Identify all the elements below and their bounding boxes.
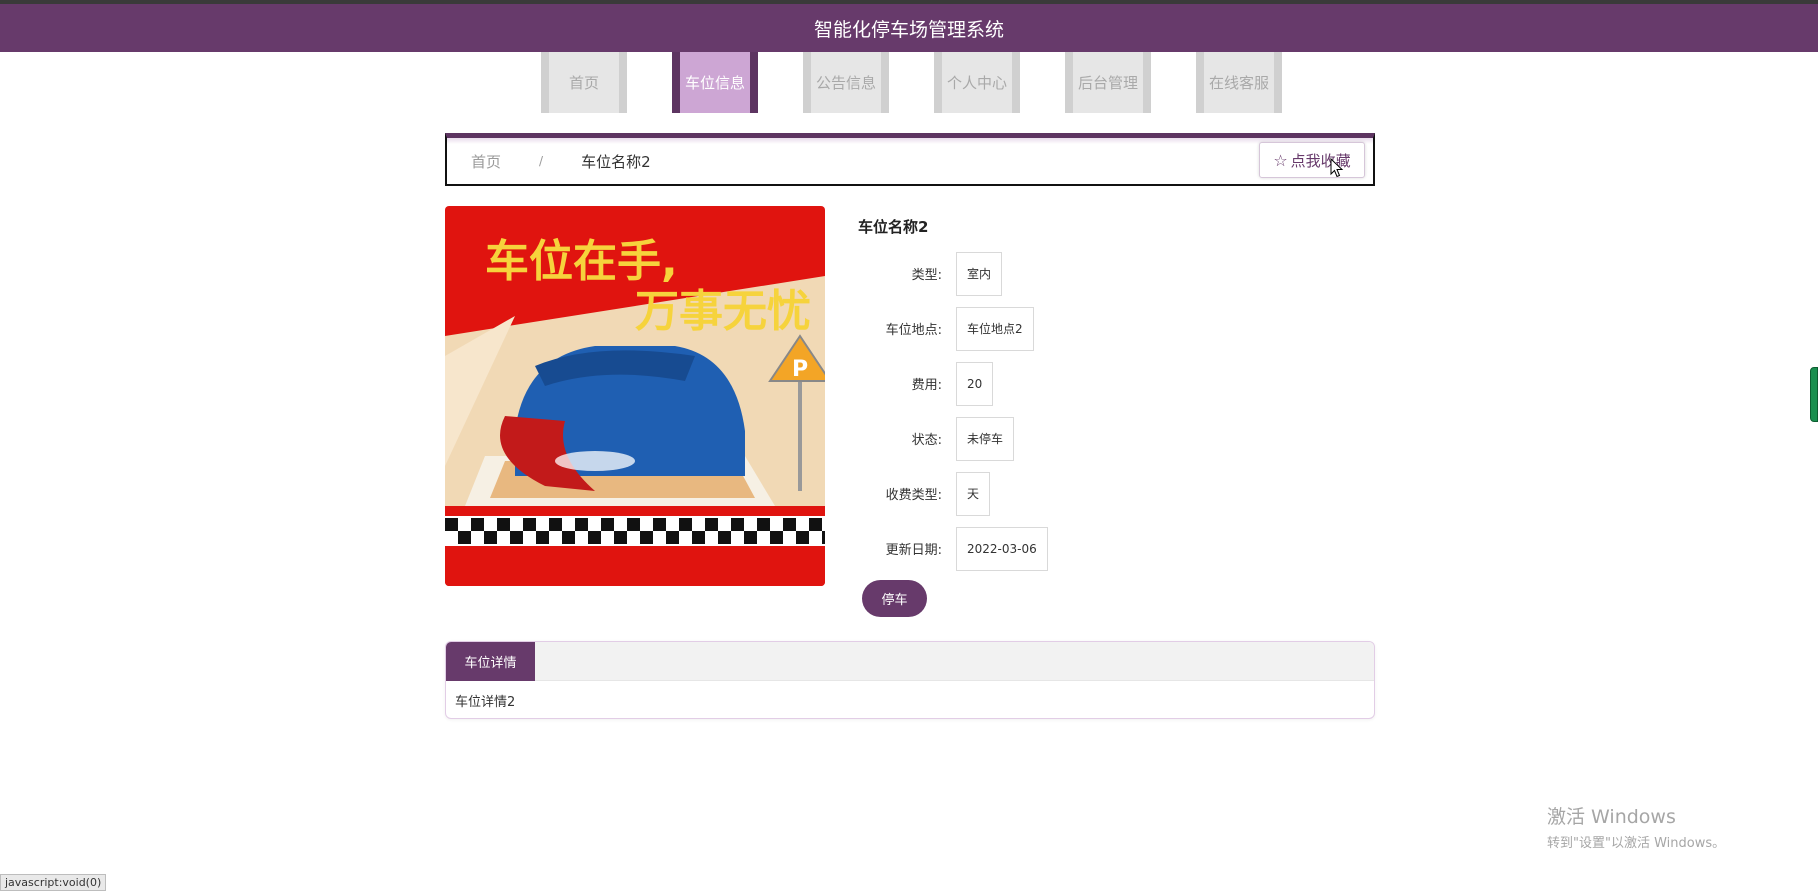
checker-square: [679, 518, 692, 531]
checker-square: [601, 518, 614, 531]
nav-item-admin[interactable]: 后台管理: [1065, 52, 1151, 113]
field-label: 状态:: [911, 433, 942, 448]
mouse-pointer-icon: [1330, 158, 1344, 178]
field-row-update-date: 更新日期: 2022-03-06: [858, 521, 1358, 576]
nav-item-label: 公告信息: [815, 74, 876, 92]
field-row-charge-type: 收费类型: 天: [858, 466, 1358, 521]
nav-item-parking-info[interactable]: 车位信息: [672, 52, 758, 113]
field-label: 类型:: [911, 268, 942, 283]
checker-square: [510, 531, 523, 544]
field-label: 收费类型:: [885, 488, 942, 503]
svg-text:P: P: [792, 357, 808, 382]
field-value: 20: [956, 361, 994, 406]
site-title: 智能化停车场管理系统: [813, 18, 1004, 41]
checker-square: [536, 531, 549, 544]
checker-square: [471, 518, 484, 531]
field-row-fee: 费用: 20: [858, 356, 1358, 411]
field-value: 室内: [956, 251, 1003, 296]
breadcrumb-current: 车位名称2: [581, 152, 651, 171]
checker-square: [640, 531, 653, 544]
field-value: 2022-03-06: [956, 526, 1048, 571]
field-value: 车位地点2: [956, 306, 1034, 351]
checker-square: [718, 531, 731, 544]
parking-promo-illustration: P 车位在手, 万事无忧: [445, 206, 825, 586]
nav-item-label: 车位信息: [684, 74, 745, 92]
checker-square: [614, 531, 627, 544]
breadcrumb: 首页 / 车位名称2 ☆ 点我收藏: [445, 133, 1375, 186]
site-header: 智能化停车场管理系统: [0, 4, 1818, 52]
image-headline-1: 车位在手,: [485, 236, 678, 287]
nav-item-announcements[interactable]: 公告信息: [803, 52, 889, 113]
checker-square: [744, 531, 757, 544]
field-label: 更新日期:: [885, 543, 942, 558]
nav-item-label: 在线客服: [1208, 74, 1269, 92]
main-nav: 首页 车位信息 公告信息 个人中心 后台管理 在线客服: [541, 52, 1282, 113]
field-row-type: 类型: 室内: [858, 246, 1358, 301]
field-label: 车位地点:: [885, 323, 942, 338]
favorite-button[interactable]: ☆ 点我收藏: [1259, 142, 1365, 178]
nav-item-label: 后台管理: [1077, 74, 1138, 92]
checker-square: [497, 518, 510, 531]
checker-square: [731, 518, 744, 531]
checker-square: [588, 531, 601, 544]
side-drawer-handle[interactable]: [1810, 367, 1818, 422]
breadcrumb-home-link[interactable]: 首页: [471, 151, 501, 172]
checker-square: [575, 518, 588, 531]
breadcrumb-separator: /: [539, 154, 544, 168]
field-label: 费用:: [911, 378, 942, 393]
checker-square: [653, 518, 666, 531]
field-value: 天: [956, 471, 991, 516]
parking-spot-image: P 车位在手, 万事无忧: [445, 206, 825, 586]
nav-item-label: 首页: [568, 74, 599, 92]
checker-square: [796, 531, 809, 544]
checker-square: [822, 531, 825, 544]
nav-item-personal-center[interactable]: 个人中心: [934, 52, 1020, 113]
parking-spot-info: 车位名称2 类型: 室内 车位地点: 车位地点2 费用: 20 状态: 未停车 …: [858, 206, 1358, 576]
nav-item-home[interactable]: 首页: [541, 52, 627, 113]
checker-square: [458, 531, 471, 544]
detail-panel: 车位详情 车位详情2: [445, 641, 1375, 719]
checker-square: [757, 518, 770, 531]
checker-square: [705, 518, 718, 531]
tab-parking-detail[interactable]: 车位详情: [446, 642, 535, 681]
parking-spot-title: 车位名称2: [858, 218, 929, 236]
checker-square: [549, 518, 562, 531]
field-row-status: 状态: 未停车: [858, 411, 1358, 466]
detail-content: 车位详情2: [455, 695, 516, 710]
watermark-line-2: 转到"设置"以激活 Windows。: [1547, 836, 1726, 851]
watermark-line-1: 激活 Windows: [1547, 806, 1676, 828]
park-button[interactable]: 停车: [862, 580, 927, 617]
checker-square: [666, 531, 679, 544]
nav-item-label: 个人中心: [946, 74, 1007, 92]
checker-square: [809, 518, 822, 531]
nav-item-online-service[interactable]: 在线客服: [1196, 52, 1282, 113]
checker-square: [783, 518, 796, 531]
checker-square: [523, 518, 536, 531]
checker-square: [770, 531, 783, 544]
star-outline-icon: ☆: [1273, 150, 1288, 170]
detail-tab-bar: 车位详情: [446, 642, 1374, 681]
checker-square: [692, 531, 705, 544]
status-bar-url: javascript:void(0): [0, 874, 107, 891]
image-headline-2: 万事无忧: [635, 286, 811, 337]
checker-square: [445, 518, 458, 531]
windows-activation-watermark: 激活 Windows 转到"设置"以激活 Windows。: [1547, 802, 1725, 851]
field-row-location: 车位地点: 车位地点2: [858, 301, 1358, 356]
checker-square: [484, 531, 497, 544]
checker-square: [562, 531, 575, 544]
checker-square: [627, 518, 640, 531]
field-value: 未停车: [956, 416, 1015, 461]
